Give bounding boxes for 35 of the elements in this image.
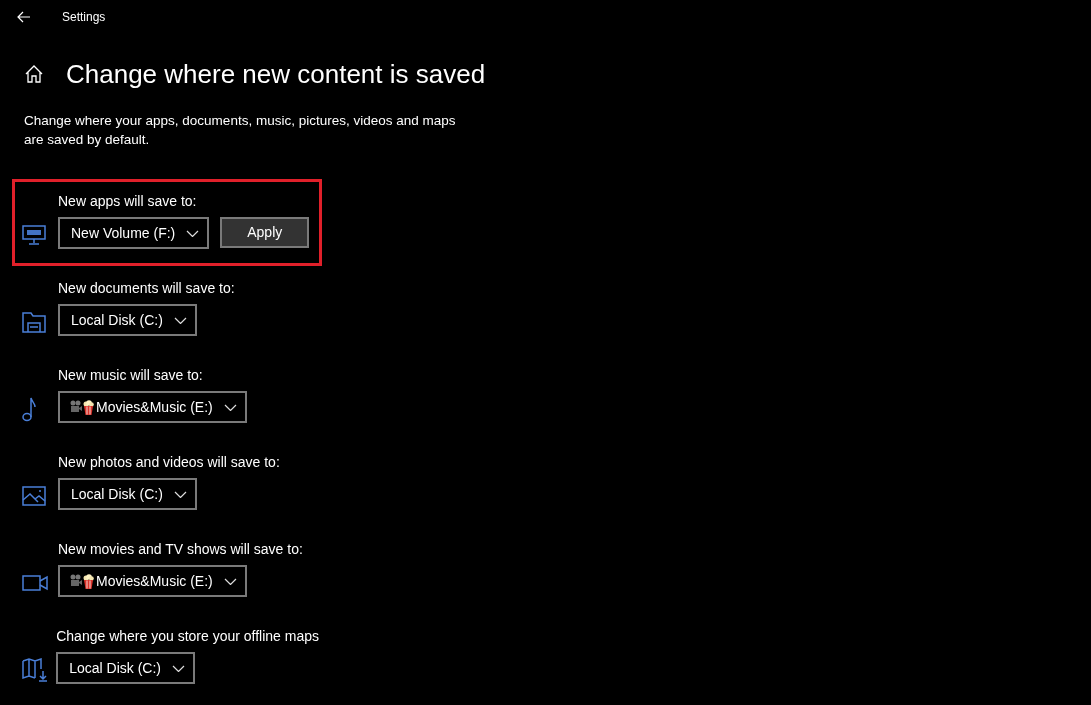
window-title: Settings xyxy=(62,9,106,26)
setting-label: New photos and videos will save to: xyxy=(58,453,280,472)
drive-dropdown[interactable]: New Volume (F:) xyxy=(58,217,210,249)
film-projector-icon xyxy=(70,574,82,588)
setting-label: New music will save to: xyxy=(58,366,204,385)
back-arrow-icon xyxy=(17,11,31,23)
setting-label: New apps will save to: xyxy=(58,192,198,211)
chevron-down-icon xyxy=(223,403,237,411)
monitor-icon xyxy=(22,225,46,245)
map-download-icon xyxy=(22,658,48,682)
apply-button[interactable]: Apply xyxy=(220,217,310,248)
music-note-icon xyxy=(22,396,36,422)
home-button[interactable] xyxy=(24,64,44,84)
drive-dropdown[interactable]: Local Disk (C:) xyxy=(58,304,197,336)
drive-dropdown[interactable]: Local Disk (C:) xyxy=(56,652,195,684)
chevron-down-icon xyxy=(173,316,187,324)
drive-dropdown[interactable]: Movies&Music (E:) xyxy=(58,391,247,423)
folder-icon xyxy=(22,311,46,333)
drive-dropdown[interactable]: Local Disk (C:) xyxy=(58,478,197,510)
setting-label: Change where you store your offline maps xyxy=(56,627,319,646)
chevron-down-icon xyxy=(172,664,185,672)
video-camera-icon xyxy=(22,575,48,591)
page-title: Change where new content is saved xyxy=(66,57,486,91)
setting-label: New documents will save to: xyxy=(58,279,235,298)
chevron-down-icon xyxy=(186,229,200,237)
setting-label: New movies and TV shows will save to: xyxy=(58,540,303,559)
popcorn-icon xyxy=(83,399,94,415)
page-description: Change where your apps, documents, music, pictures, videos and maps are saved by default. xyxy=(24,112,457,149)
popcorn-icon xyxy=(83,573,94,589)
image-icon xyxy=(22,486,46,506)
chevron-down-icon xyxy=(173,490,187,498)
film-projector-icon xyxy=(70,400,82,414)
chevron-down-icon xyxy=(223,577,237,585)
drive-dropdown[interactable]: Movies&Music (E:) xyxy=(58,565,247,597)
home-icon xyxy=(25,65,43,83)
